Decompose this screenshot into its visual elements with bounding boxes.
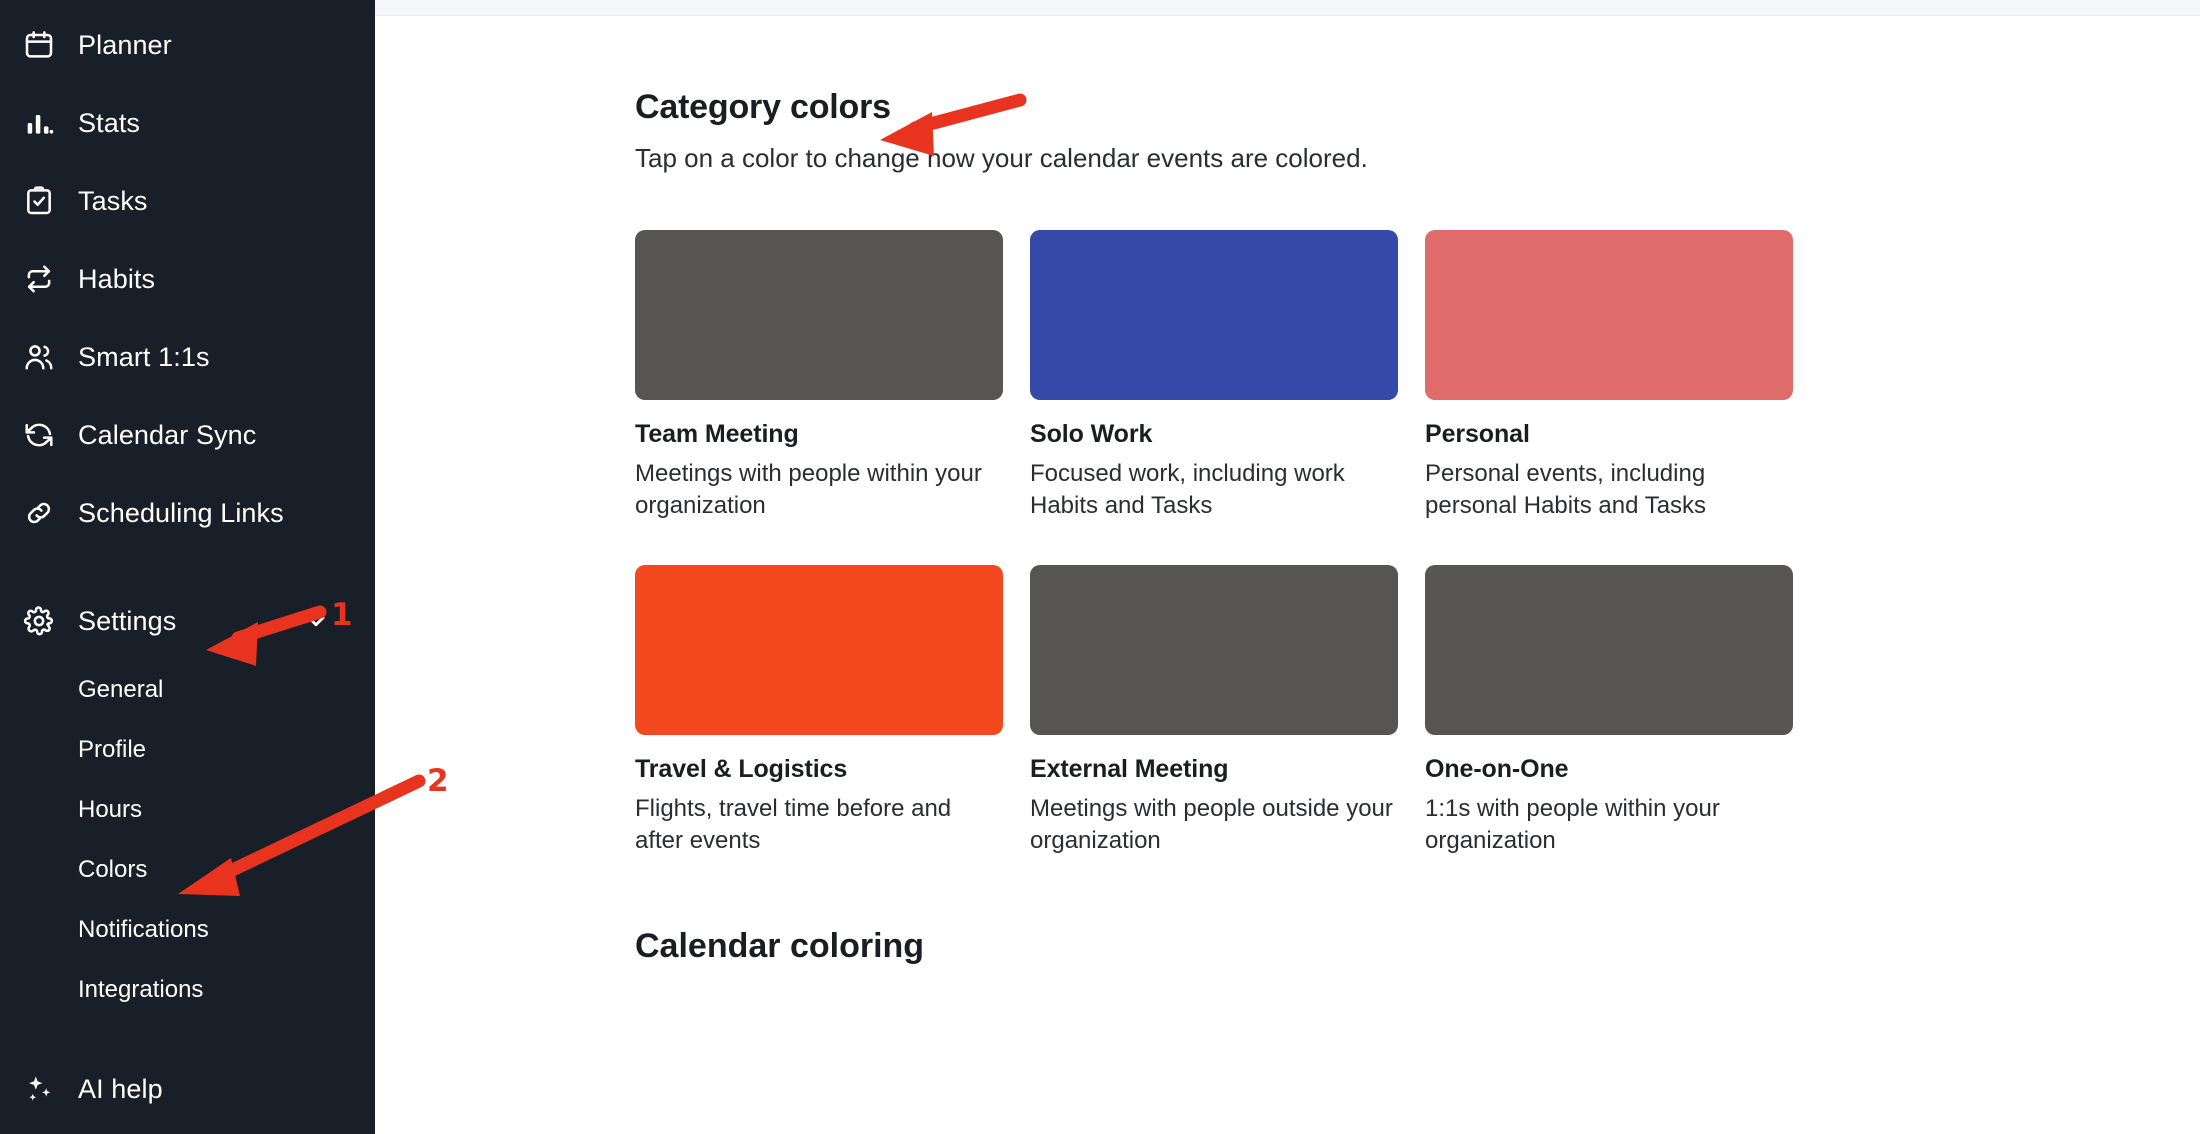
link-icon bbox=[22, 496, 56, 530]
sidebar-item-label: Smart 1:1s bbox=[78, 341, 210, 372]
category-card-external-meeting[interactable]: External Meeting Meetings with people ou… bbox=[1030, 565, 1398, 856]
page-title: Category colors bbox=[635, 88, 891, 126]
color-swatch[interactable] bbox=[1425, 565, 1793, 736]
category-description: Focused work, including work Habits and … bbox=[1030, 460, 1345, 519]
sidebar-item-colors[interactable]: Colors bbox=[0, 840, 375, 900]
color-swatch[interactable] bbox=[1030, 230, 1398, 400]
sidebar-item-settings[interactable]: Settings bbox=[0, 582, 375, 660]
sidebar-item-ai-help[interactable]: AI help bbox=[0, 1050, 375, 1128]
category-title: Team Meeting bbox=[635, 420, 799, 448]
category-description: 1:1s with people within your organizatio… bbox=[1425, 795, 1720, 855]
color-swatch[interactable] bbox=[635, 565, 1003, 736]
bar-chart-icon bbox=[22, 106, 56, 140]
main-content: Category colors Tap on a color to change… bbox=[375, 0, 2200, 1134]
page-subtitle: Tap on a color to change how your calend… bbox=[635, 143, 1368, 173]
clipboard-check-icon bbox=[22, 184, 56, 218]
color-swatch[interactable] bbox=[1425, 230, 1793, 400]
sidebar-item-label: Scheduling Links bbox=[78, 497, 284, 528]
sidebar-item-calendar-sync[interactable]: Calendar Sync bbox=[0, 396, 375, 474]
sidebar: Planner Stats Tasks Habits Smart 1:1s Ca… bbox=[0, 0, 375, 1134]
sidebar-item-habits[interactable]: Habits bbox=[0, 240, 375, 318]
sidebar-item-label: AI help bbox=[78, 1073, 163, 1104]
sidebar-item-label: Stats bbox=[78, 107, 141, 138]
sparkles-icon bbox=[22, 1072, 56, 1106]
category-card-personal[interactable]: Personal Personal events, including pers… bbox=[1425, 230, 1793, 521]
sidebar-subitem-label: Hours bbox=[78, 796, 143, 823]
sidebar-item-hours[interactable]: Hours bbox=[0, 780, 375, 840]
category-description: Meetings with people outside your organi… bbox=[1030, 795, 1393, 855]
category-title: Solo Work bbox=[1030, 420, 1153, 448]
sidebar-item-general[interactable]: General bbox=[0, 660, 375, 720]
category-title: Personal bbox=[1425, 420, 1530, 448]
sidebar-subitem-label: Profile bbox=[78, 736, 147, 763]
sidebar-item-profile[interactable]: Profile bbox=[0, 720, 375, 780]
section-header: Category colors Tap on a color to change… bbox=[375, 88, 2200, 174]
color-swatch[interactable] bbox=[1030, 565, 1398, 736]
category-card-solo-work[interactable]: Solo Work Focused work, including work H… bbox=[1030, 230, 1398, 521]
sidebar-item-label: Settings bbox=[78, 605, 177, 636]
category-card-travel-logistics[interactable]: Travel & Logistics Flights, travel time … bbox=[635, 565, 1003, 856]
sidebar-divider-space bbox=[0, 552, 375, 582]
sidebar-item-integrations[interactable]: Integrations bbox=[0, 960, 375, 1020]
category-title: Travel & Logistics bbox=[635, 755, 848, 784]
sidebar-item-stats[interactable]: Stats bbox=[0, 84, 375, 162]
calendar-icon bbox=[22, 28, 56, 62]
settings-colors-page: Category colors Tap on a color to change… bbox=[375, 16, 2200, 966]
sidebar-subitem-label: Integrations bbox=[78, 976, 204, 1003]
category-title: One-on-One bbox=[1425, 755, 1569, 784]
category-description: Meetings with people within your organiz… bbox=[635, 460, 982, 519]
category-card-team-meeting[interactable]: Team Meeting Meetings with people within… bbox=[635, 230, 1003, 521]
sidebar-item-label: Habits bbox=[78, 263, 156, 294]
chevron-down-icon[interactable] bbox=[303, 608, 329, 634]
gear-icon bbox=[22, 604, 56, 638]
category-description: Flights, travel time before and after ev… bbox=[635, 795, 952, 855]
sidebar-subitem-label: Colors bbox=[78, 856, 148, 883]
color-swatch[interactable] bbox=[635, 230, 1003, 400]
sidebar-item-label: Planner bbox=[78, 29, 172, 60]
sidebar-subitem-label: General bbox=[78, 676, 164, 703]
sidebar-item-planner[interactable]: Planner bbox=[0, 6, 375, 84]
category-card-one-on-one[interactable]: One-on-One 1:1s with people within your … bbox=[1425, 565, 1793, 856]
sidebar-subitem-label: Notifications bbox=[78, 916, 209, 943]
people-icon bbox=[22, 340, 56, 374]
sidebar-item-tasks[interactable]: Tasks bbox=[0, 162, 375, 240]
category-title: External Meeting bbox=[1030, 755, 1229, 784]
sidebar-item-label: Tasks bbox=[78, 185, 148, 216]
sidebar-item-label: Calendar Sync bbox=[78, 419, 257, 450]
top-strip bbox=[375, 0, 2200, 16]
sidebar-item-scheduling-links[interactable]: Scheduling Links bbox=[0, 474, 375, 552]
category-colors-grid: Team Meeting Meetings with people within… bbox=[375, 230, 2200, 857]
sidebar-item-notifications[interactable]: Notifications bbox=[0, 900, 375, 960]
sync-icon bbox=[22, 418, 56, 452]
app-root: Planner Stats Tasks Habits Smart 1:1s Ca… bbox=[0, 0, 2200, 1134]
category-description: Personal events, including personal Habi… bbox=[1425, 460, 1707, 519]
sidebar-item-smart-1-1s[interactable]: Smart 1:1s bbox=[0, 318, 375, 396]
calendar-coloring-heading: Calendar coloring bbox=[635, 926, 925, 965]
repeat-icon bbox=[22, 262, 56, 296]
